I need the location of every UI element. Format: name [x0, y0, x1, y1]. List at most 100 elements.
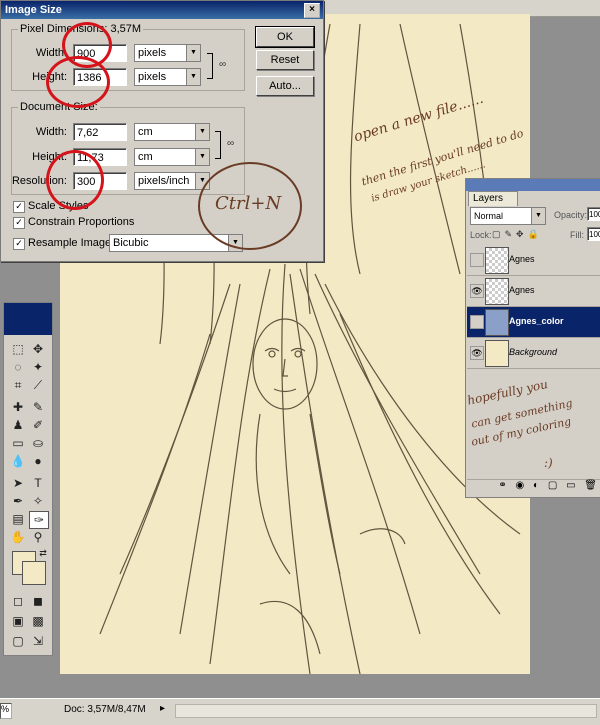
pixel-height-unit-value: pixels: [138, 71, 167, 83]
eraser-tool-icon[interactable]: ▭: [9, 435, 27, 451]
resample-image-label: Resample Image:: [28, 237, 115, 249]
layer-name: Background: [509, 347, 558, 357]
dodge-tool-icon[interactable]: ●: [29, 453, 47, 469]
layer-thumbnail: [485, 340, 509, 367]
screen-mode-icon[interactable]: ▣: [9, 613, 27, 629]
layers-footer-icons[interactable]: ⚭ ◉ ◐ ▢ ▭ 🗑: [467, 479, 600, 496]
layer-thumbnail: [485, 278, 509, 305]
chevron-down-icon: ▼: [195, 124, 209, 140]
doc-width-label: Width:: [35, 126, 67, 138]
pixel-width-label: Width:: [35, 47, 67, 59]
slice-tool-icon[interactable]: ⟋: [29, 377, 47, 393]
layer-name: Agnes: [509, 285, 535, 295]
eye-icon[interactable]: 👁: [470, 346, 484, 360]
doc-height-unit-select[interactable]: cm ▼: [134, 148, 210, 166]
doc-link-bracket: [215, 131, 221, 159]
move-tool-icon[interactable]: ✥: [29, 341, 47, 357]
layer-row[interactable]: Agnes: [467, 245, 600, 276]
ok-button[interactable]: OK: [255, 26, 315, 48]
toolbox-header[interactable]: [4, 303, 52, 335]
hand-tool-icon[interactable]: ✋: [9, 529, 27, 545]
layer-row-selected[interactable]: Agnes_color: [467, 307, 600, 338]
crop-tool-icon[interactable]: ⌗: [9, 377, 27, 393]
swap-colors-icon[interactable]: ⇄: [34, 545, 52, 561]
notes-tool-icon[interactable]: ▤: [9, 511, 27, 527]
pixel-width-unit-select[interactable]: pixels ▼: [134, 44, 201, 62]
chevron-down-icon: ▼: [531, 208, 545, 224]
clone-stamp-tool-icon[interactable]: ♟: [9, 417, 27, 433]
highlight-height-circle: [46, 56, 110, 108]
highlight-resolution-circle: [46, 150, 104, 210]
lasso-tool-icon[interactable]: ◌: [9, 359, 27, 375]
layer-name: Agnes: [509, 254, 535, 264]
doc-width-unit-value: cm: [138, 126, 153, 138]
full-screen-mode-icon[interactable]: ▩: [29, 613, 47, 629]
doc-width-input[interactable]: 7,62: [73, 123, 127, 141]
layer-thumbnail: [485, 247, 509, 274]
imageready-icon[interactable]: ⇲: [29, 633, 47, 649]
visibility-toggle[interactable]: [470, 315, 484, 329]
auto-button[interactable]: Auto...: [256, 76, 314, 96]
resample-image-checkbox[interactable]: ✓: [13, 238, 25, 250]
eye-icon[interactable]: 👁: [470, 284, 484, 298]
scale-styles-checkbox[interactable]: ✓: [13, 201, 25, 213]
zoom-tool-icon[interactable]: ⚲: [29, 529, 47, 545]
brush-tool-icon[interactable]: ✎: [29, 399, 47, 415]
layer-name: Agnes_color: [509, 316, 564, 326]
jump-to-imageready-icon[interactable]: ▢: [9, 633, 27, 649]
lock-icons[interactable]: ▢✎✥🔒: [492, 229, 543, 240]
blur-tool-icon[interactable]: 💧: [9, 453, 27, 469]
layers-tab[interactable]: Layers: [468, 191, 518, 206]
standard-mode-icon[interactable]: ◻: [9, 593, 27, 609]
reset-button[interactable]: Reset: [256, 50, 314, 70]
resolution-unit-value: pixels/inch: [138, 175, 190, 187]
lock-label: Lock:: [470, 230, 492, 240]
visibility-toggle[interactable]: [470, 253, 484, 267]
healing-brush-tool-icon[interactable]: ✚: [9, 399, 27, 415]
marquee-tool-icon[interactable]: ⬚: [9, 341, 27, 357]
layer-thumbnail: [485, 309, 509, 336]
history-brush-tool-icon[interactable]: ✐: [29, 417, 47, 433]
pen-tool-icon[interactable]: ✒: [9, 493, 27, 509]
shape-tool-icon[interactable]: ✧: [29, 493, 47, 509]
background-color-swatch[interactable]: [22, 561, 46, 585]
tools-palette: ⬚ ✥ ◌ ✦ ⌗ ⟋ ✚ ✎ ♟ ✐ ▭ ⛀ 💧 ● ➤ T ✒ ✧ ▤ ✑ …: [3, 302, 53, 656]
doc-width-unit-select[interactable]: cm ▼: [134, 123, 210, 141]
fill-input[interactable]: 100%: [587, 227, 600, 241]
fill-label: Fill:: [570, 230, 584, 240]
layer-row[interactable]: 👁 Background: [467, 338, 600, 369]
quick-mask-mode-icon[interactable]: ◼: [29, 593, 47, 609]
horizontal-scrollbar[interactable]: [175, 704, 597, 718]
chain-link-icon: ∞: [219, 59, 227, 70]
layers-panel: Layers Normal ▼ Opacity: 100% Lock: ▢✎✥🔒…: [465, 178, 600, 498]
constrain-proportions-checkbox[interactable]: ✓: [13, 217, 25, 229]
path-selection-tool-icon[interactable]: ➤: [9, 475, 27, 491]
pixel-height-unit-select[interactable]: pixels ▼: [134, 68, 201, 86]
opacity-input[interactable]: 100%: [587, 207, 600, 221]
resample-method-value: Bicubic: [113, 237, 149, 249]
resolution-unit-select[interactable]: pixels/inch ▼: [134, 172, 210, 190]
layers-titlebar[interactable]: [466, 179, 600, 191]
note-smiley: :): [544, 456, 553, 470]
shortcut-note: Ctrl+N: [215, 193, 282, 214]
pixel-dimensions-size: 3,57M: [110, 23, 142, 35]
constrain-proportions-label: Constrain Proportions: [28, 216, 135, 228]
link-bracket: [207, 53, 213, 79]
doc-height-unit-value: cm: [138, 151, 153, 163]
chevron-down-icon: ▼: [186, 45, 200, 61]
blend-mode-value: Normal: [474, 211, 504, 221]
dialog-title: Image Size: [1, 1, 323, 19]
doc-size-readout: Doc: 3,57M/8,47M: [64, 704, 146, 715]
blend-mode-select[interactable]: Normal ▼: [470, 207, 546, 225]
type-tool-icon[interactable]: T: [29, 475, 47, 491]
close-icon[interactable]: ×: [304, 3, 320, 18]
opacity-label: Opacity:: [554, 210, 588, 220]
eyedropper-tool-icon[interactable]: ✑: [29, 511, 49, 529]
chain-link-icon: ∞: [227, 138, 235, 149]
zoom-field[interactable]: %: [0, 703, 12, 719]
magic-wand-tool-icon[interactable]: ✦: [29, 359, 47, 375]
status-menu-arrow-icon[interactable]: ▸: [160, 703, 165, 714]
layer-row[interactable]: 👁 Agnes: [467, 276, 600, 307]
status-bar: % Doc: 3,57M/8,47M ▸: [0, 698, 600, 725]
paint-bucket-tool-icon[interactable]: ⛀: [29, 435, 47, 451]
